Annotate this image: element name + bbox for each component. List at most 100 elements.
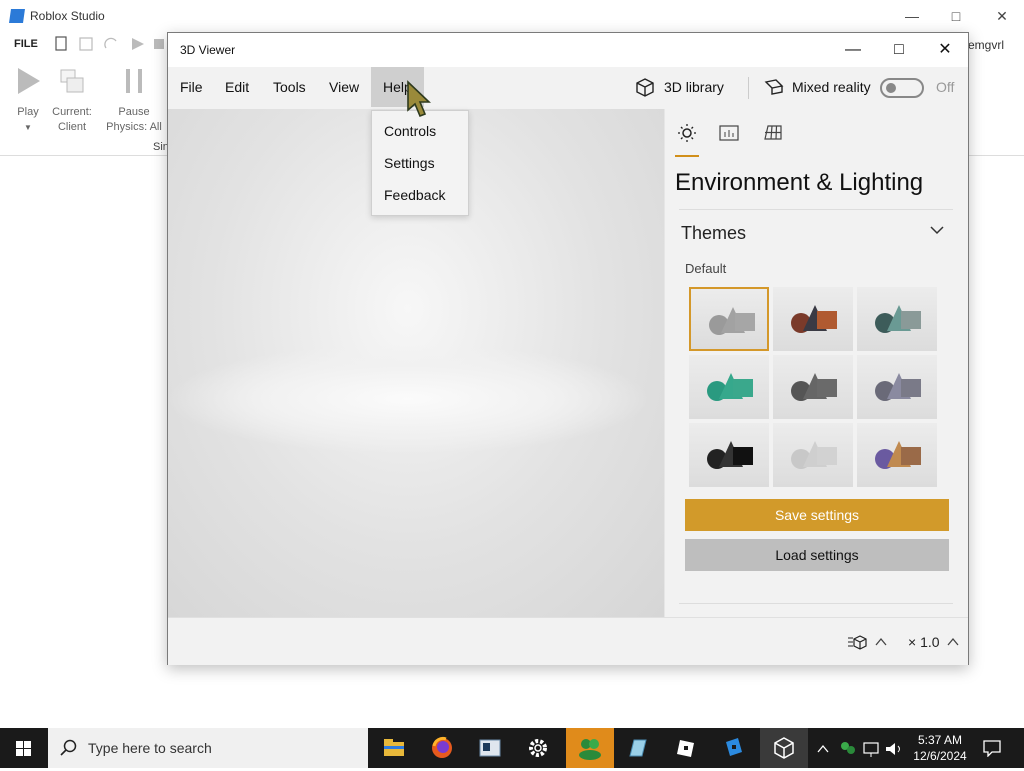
mouse-cursor-icon — [407, 80, 431, 118]
3d-paint-icon[interactable] — [614, 728, 662, 768]
theme-thumbnail[interactable] — [857, 423, 937, 487]
menu-edit[interactable]: Edit — [213, 67, 261, 107]
studio-maximize-button[interactable]: □ — [941, 5, 971, 27]
taskbar-search-box[interactable]: Type here to search — [48, 728, 368, 768]
theme-thumbnail[interactable] — [689, 355, 769, 419]
menubar-divider — [748, 77, 749, 99]
search-placeholder: Type here to search — [88, 740, 212, 756]
clock-date: 12/6/2024 — [913, 749, 967, 763]
3d-viewer-taskbar-icon[interactable] — [760, 728, 808, 768]
grid-icon — [764, 125, 782, 140]
pause-physics-button[interactable]: Pause Physics: All — [100, 56, 168, 135]
start-button[interactable] — [0, 728, 48, 768]
menu-tools[interactable]: Tools — [261, 67, 318, 107]
physics-label: Physics: All — [106, 121, 162, 133]
3d-library-icon[interactable] — [634, 77, 656, 97]
environment-panel: Environment & Lighting Themes Default Sa… — [664, 109, 968, 617]
theme-thumbnail[interactable] — [773, 355, 853, 419]
search-icon — [60, 739, 77, 756]
theme-thumbnail[interactable] — [689, 423, 769, 487]
pause-icon — [126, 69, 142, 93]
chevron-down-icon[interactable] — [929, 223, 945, 239]
firefox-icon[interactable] — [418, 728, 466, 768]
viewer-minimize-button[interactable]: — — [830, 33, 876, 67]
help-menu-item-settings[interactable]: Settings — [384, 155, 435, 171]
play-icon — [18, 68, 40, 94]
viewer-title-bar: 3D Viewer — □ ✕ — [168, 33, 968, 67]
menu-view[interactable]: View — [317, 67, 371, 107]
taskbar-clock[interactable]: 5:37 AM 12/6/2024 — [908, 732, 972, 764]
theme-thumbnail[interactable] — [857, 355, 937, 419]
news-app-icon[interactable] — [466, 728, 514, 768]
theme-thumbnail[interactable] — [773, 423, 853, 487]
roblox-studio-taskbar-icon[interactable] — [710, 728, 758, 768]
studio-username: emgvrl — [968, 38, 1005, 52]
notifications-icon[interactable] — [982, 739, 1002, 757]
viewer-maximize-button[interactable]: □ — [876, 33, 922, 67]
save-settings-button[interactable]: Save settings — [685, 499, 949, 531]
help-menu-item-controls[interactable]: Controls — [384, 123, 436, 139]
tray-app-icon[interactable] — [841, 742, 855, 754]
chat-app-icon[interactable] — [566, 728, 614, 768]
theme-grid — [689, 287, 939, 491]
menu-file[interactable]: File — [168, 67, 215, 107]
tab-lighting[interactable] — [675, 123, 699, 157]
mixed-reality-label: Mixed reality — [792, 79, 871, 95]
theme-thumbnail[interactable] — [689, 287, 769, 351]
help-menu-item-feedback[interactable]: Feedback — [384, 187, 445, 203]
studio-quick-access-toolbar — [55, 36, 164, 51]
theme-thumbnail[interactable] — [857, 287, 937, 351]
stop-icon[interactable] — [154, 39, 164, 49]
volume-icon[interactable] — [886, 743, 900, 755]
stats-icon — [719, 125, 739, 141]
client-server-icon — [60, 69, 84, 93]
toggle-state-label: Off — [936, 79, 955, 95]
current-client-button[interactable]: Current: Client — [46, 56, 98, 135]
system-tray — [817, 742, 900, 757]
studio-minimize-button[interactable]: — — [897, 5, 927, 27]
viewer-close-button[interactable]: ✕ — [922, 33, 968, 67]
viewer-status-bar: × 1.0 — [168, 617, 968, 665]
save-icon[interactable] — [79, 37, 93, 51]
file-explorer-icon[interactable] — [370, 728, 418, 768]
panel-heading: Environment & Lighting — [675, 169, 924, 196]
help-dropdown-menu: Controls Settings Feedback — [371, 110, 469, 216]
divider — [679, 209, 953, 210]
windows-taskbar: Type here to search 5:37 AM 12/6/2024 — [0, 728, 1024, 768]
cube-menu-icon — [848, 635, 867, 650]
pause-label: Pause — [118, 106, 150, 118]
default-label: Default — [685, 261, 727, 276]
chevron-up-icon[interactable] — [817, 744, 829, 753]
zoom-level[interactable]: × 1.0 — [908, 634, 940, 650]
studio-title-bar: Roblox Studio — □ ✕ — [0, 0, 1024, 32]
clock-time: 5:37 AM — [917, 733, 963, 747]
divider — [679, 603, 953, 604]
roblox-studio-logo-icon — [9, 9, 25, 23]
settings-gear-icon[interactable] — [514, 728, 562, 768]
viewer-title: 3D Viewer — [180, 43, 236, 57]
theme-thumbnail[interactable] — [773, 287, 853, 351]
chevron-up-icon — [875, 637, 887, 646]
play-button[interactable]: Play ▼ — [8, 56, 48, 135]
tab-mesh[interactable] — [761, 123, 785, 143]
client-label: Client — [57, 121, 87, 133]
3d-viewer-window: 3D Viewer — □ ✕ File Edit Tools View Hel… — [167, 32, 969, 665]
3d-library-button[interactable]: 3D library — [664, 67, 724, 107]
network-icon[interactable] — [863, 742, 879, 757]
studio-close-button[interactable]: ✕ — [987, 5, 1017, 27]
chevron-down-icon: ▼ — [24, 123, 32, 132]
load-settings-button[interactable]: Load settings — [685, 539, 949, 571]
roblox-player-icon[interactable] — [662, 728, 710, 768]
themes-label[interactable]: Themes — [681, 223, 746, 244]
redo-icon[interactable] — [104, 37, 117, 49]
mixed-reality-toggle[interactable] — [880, 78, 924, 98]
new-file-icon[interactable] — [55, 36, 67, 51]
animation-toggle[interactable] — [848, 634, 888, 650]
chevron-up-icon[interactable] — [946, 636, 960, 648]
play-label: Play — [17, 106, 39, 118]
tab-stats[interactable] — [717, 123, 741, 143]
sun-icon — [678, 124, 696, 142]
studio-file-menu[interactable]: FILE — [14, 38, 38, 50]
studio-title: Roblox Studio — [30, 9, 105, 23]
play-icon[interactable] — [132, 38, 144, 50]
